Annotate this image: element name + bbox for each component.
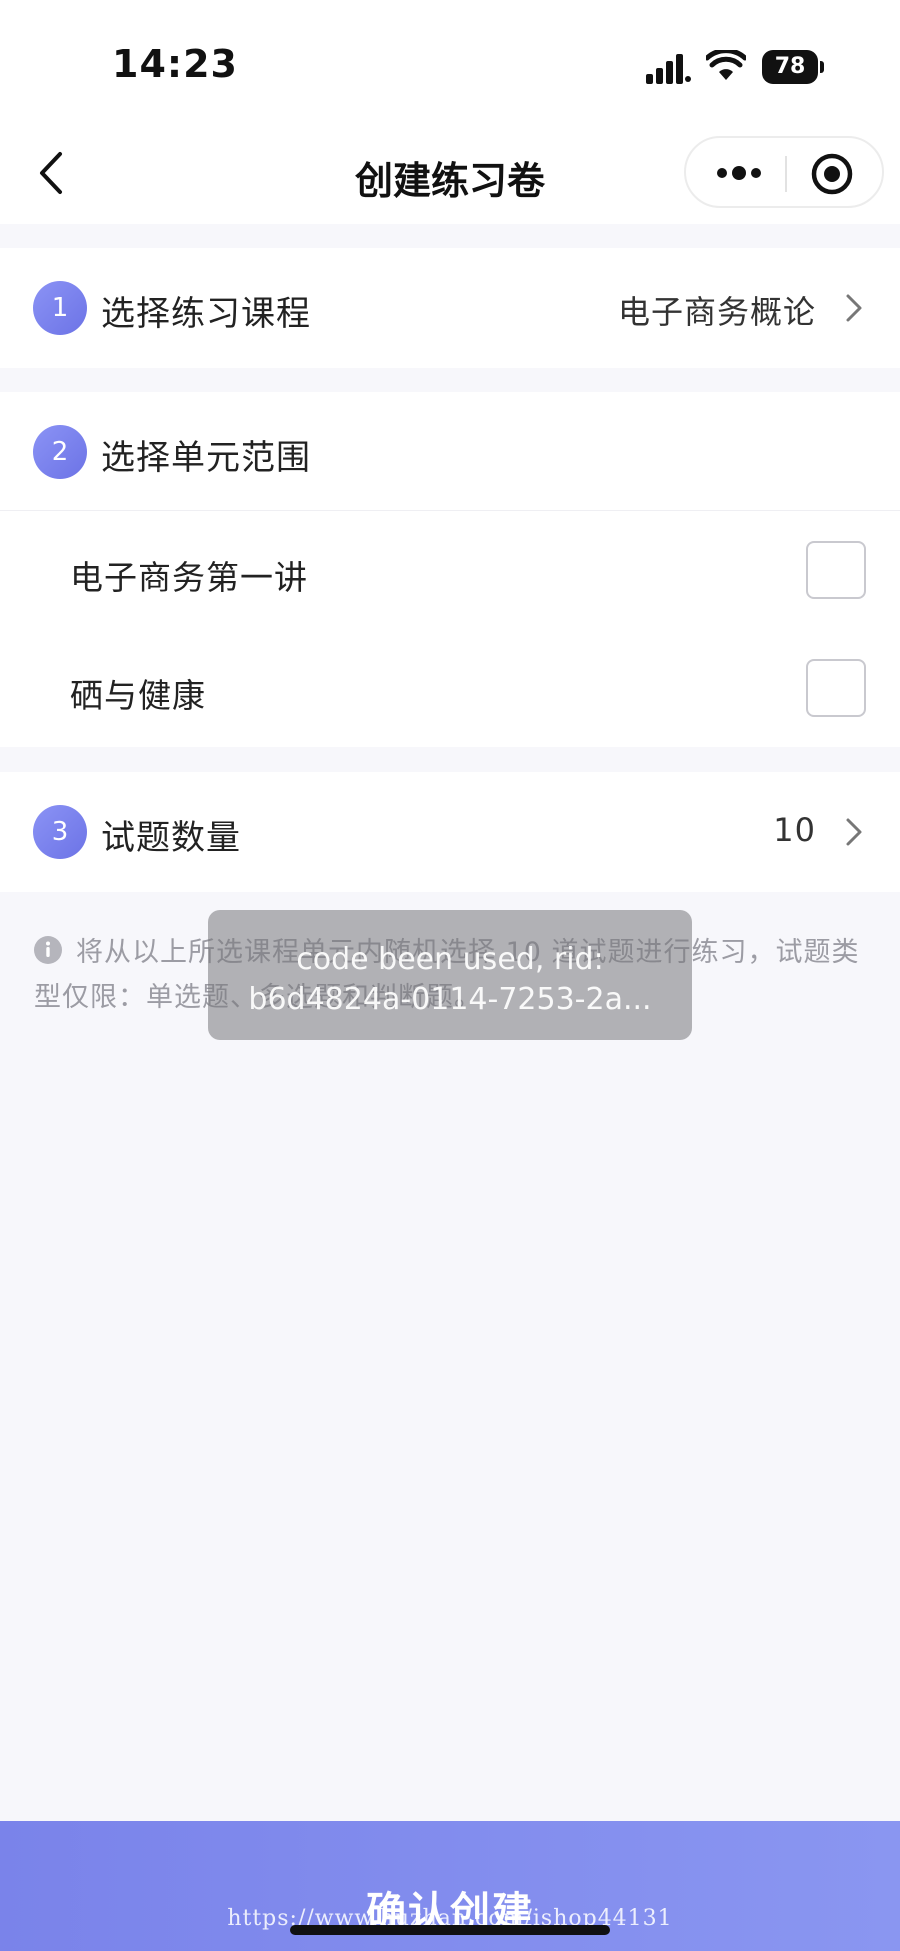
close-miniprogram-icon[interactable]	[810, 152, 854, 196]
unit-label: 电子商务第一讲	[70, 558, 308, 597]
signal-icon	[646, 54, 691, 84]
unit-checkbox[interactable]	[806, 659, 866, 717]
toast-line-2: b6d4824a-0114-7253-2a...	[248, 982, 652, 1017]
unit-checkbox[interactable]	[806, 541, 866, 599]
chevron-right-icon	[846, 818, 862, 846]
select-course-row[interactable]: 1 选择练习课程 电子商务概论	[0, 248, 900, 368]
step-title: 选择练习课程	[101, 294, 311, 334]
question-count-row[interactable]: 3 试题数量 10	[0, 772, 900, 892]
step-badge: 2	[33, 425, 87, 479]
unit-item[interactable]: 硒与健康	[0, 629, 900, 747]
more-options-icon[interactable]	[714, 160, 764, 186]
step-badge: 1	[33, 281, 87, 335]
wifi-icon	[706, 50, 746, 80]
unit-section: 2 选择单元范围 电子商务第一讲 硒与健康	[0, 392, 900, 747]
unit-label: 硒与健康	[70, 676, 206, 715]
info-icon	[34, 936, 62, 964]
nav-bar: 创建练习卷	[0, 120, 900, 224]
question-count-value: 10	[773, 811, 816, 849]
step-badge: 3	[33, 805, 87, 859]
step-title: 试题数量	[101, 818, 241, 858]
mini-program-capsule	[684, 136, 884, 208]
toast-line-1: code been used, rid:	[296, 942, 604, 977]
step-title: 选择单元范围	[101, 438, 311, 478]
status-bar: 14:23 78	[0, 0, 900, 120]
select-unit-header: 2 选择单元范围	[0, 392, 900, 510]
status-time: 14:23	[112, 42, 238, 86]
course-section: 1 选择练习课程 电子商务概论	[0, 248, 900, 368]
battery-indicator: 78	[762, 50, 824, 84]
unit-item[interactable]: 电子商务第一讲	[0, 511, 900, 629]
home-indicator	[290, 1925, 610, 1935]
chevron-right-icon	[846, 294, 862, 322]
selected-course: 电子商务概论	[617, 293, 816, 331]
toast-message: code been used, rid: b6d4824a-0114-7253-…	[208, 910, 692, 1040]
battery-level: 78	[762, 50, 818, 84]
question-count-section: 3 试题数量 10	[0, 772, 900, 892]
